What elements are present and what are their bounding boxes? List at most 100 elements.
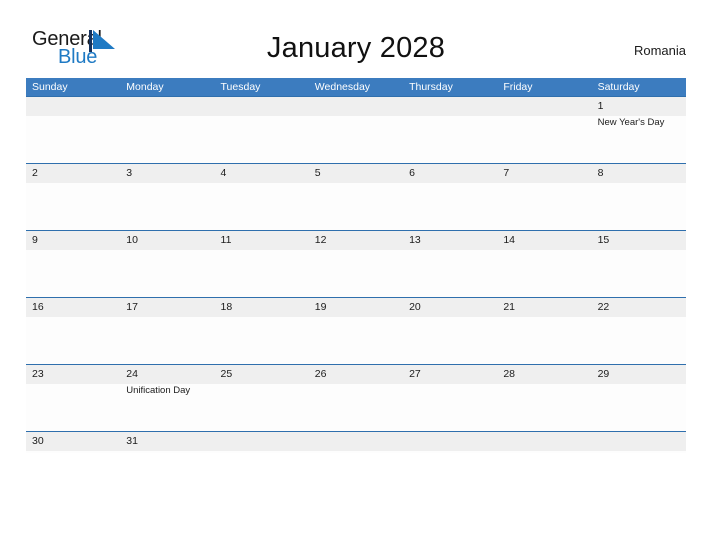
day-cell-25[interactable]: 25 <box>214 365 309 431</box>
calendar-grid: Sunday Monday Tuesday Wednesday Thursday Frid… <box>26 78 686 453</box>
day-cell-29[interactable]: 29 <box>591 365 686 431</box>
day-number: 23 <box>32 368 44 380</box>
weekday-header-saturday: Saturday <box>597 81 640 93</box>
day-number: 20 <box>409 301 421 313</box>
day-cell-22[interactable]: 22 <box>591 298 686 364</box>
day-number: 4 <box>220 167 227 179</box>
day-cell-5[interactable]: 5 <box>308 164 404 230</box>
page-title: January 2028 <box>266 32 446 64</box>
day-cell-24[interactable]: 24 Unification Day <box>120 365 215 431</box>
day-number: 12 <box>314 234 327 246</box>
day-number: 14 <box>503 234 516 246</box>
day-cell-4[interactable]: 4 <box>214 164 309 230</box>
day-number: 7 <box>503 167 510 179</box>
day-number: 3 <box>126 167 133 179</box>
calendar-week-row: 30 31 <box>26 431 686 453</box>
day-cell-28[interactable]: 28 <box>497 365 592 431</box>
day-cell-17[interactable]: 17 <box>120 298 215 364</box>
day-number: 10 <box>126 234 138 246</box>
day-cell-26[interactable]: 26 <box>308 365 404 431</box>
day-number: 11 <box>220 234 232 246</box>
week-cells: 23 24 Unification Day 25 26 27 28 29 <box>26 365 686 431</box>
day-number: 27 <box>409 368 421 380</box>
day-cell-8[interactable]: 8 <box>591 164 686 230</box>
day-cell-empty[interactable] <box>214 97 309 163</box>
day-cell-13[interactable]: 13 <box>403 231 498 297</box>
calendar-week-row: 23 24 Unification Day 25 26 27 28 29 <box>26 364 686 431</box>
day-cell-2[interactable]: 2 <box>26 164 121 230</box>
day-number: 28 <box>503 368 516 380</box>
week-cells: 2 3 4 5 6 7 8 <box>26 164 686 230</box>
day-cell-9[interactable]: 9 <box>26 231 121 297</box>
weekday-header-monday: Monday <box>126 81 164 93</box>
day-number: 21 <box>503 301 516 313</box>
day-number: 1 <box>597 100 604 112</box>
holiday-label: New Year's Day <box>597 117 665 128</box>
day-number: 19 <box>314 301 327 313</box>
week-cells: 30 31 <box>26 432 686 453</box>
day-cell-12[interactable]: 12 <box>308 231 404 297</box>
calendar-week-row: 1 New Year's Day <box>26 96 686 163</box>
country-label: Romania <box>633 43 686 58</box>
day-cell-empty[interactable] <box>308 97 404 163</box>
day-cell-30[interactable]: 30 <box>26 432 121 453</box>
day-cell-7[interactable]: 7 <box>497 164 592 230</box>
day-cell-empty[interactable] <box>214 432 309 453</box>
day-number: 24 <box>126 368 138 380</box>
calendar-week-row: 2 3 4 5 6 7 8 <box>26 163 686 230</box>
day-cell-empty[interactable] <box>26 97 121 163</box>
day-number: 6 <box>409 167 415 179</box>
day-number: 26 <box>314 368 327 380</box>
day-number: 9 <box>32 234 38 246</box>
day-cell-31[interactable]: 31 <box>120 432 215 453</box>
calendar-page: General Blue January 2028 Romania Sunday… <box>0 0 712 550</box>
page-header: General Blue January 2028 Romania <box>26 24 686 72</box>
weekday-header-wednesday: Wednesday <box>314 81 371 93</box>
day-cell-empty[interactable] <box>591 432 686 453</box>
day-cell-16[interactable]: 16 <box>26 298 121 364</box>
day-cell-23[interactable]: 23 <box>26 365 121 431</box>
weekday-header-thursday: Thursday <box>409 81 453 93</box>
day-number: 25 <box>220 368 233 380</box>
day-number: 30 <box>32 435 44 447</box>
calendar-week-row: 16 17 18 19 20 21 22 <box>26 297 686 364</box>
weekday-header-tuesday: Tuesday <box>220 81 261 93</box>
holiday-label: Unification Day <box>126 385 191 396</box>
day-number: 29 <box>597 368 610 380</box>
day-cell-empty[interactable] <box>308 432 404 453</box>
day-cell-21[interactable]: 21 <box>497 298 592 364</box>
day-cell-empty[interactable] <box>497 432 592 453</box>
day-number: 18 <box>220 301 233 313</box>
day-number: 5 <box>314 167 321 179</box>
day-cell-27[interactable]: 27 <box>403 365 498 431</box>
day-cell-10[interactable]: 10 <box>120 231 215 297</box>
calendar-body: 1 New Year's Day 2 3 4 5 6 7 8 9 10 11 12 13 14 15 16 17 1… <box>26 96 686 453</box>
week-cells: 9 10 11 12 13 14 15 <box>26 231 686 297</box>
day-number: 15 <box>597 234 610 246</box>
day-cell-1[interactable]: 1 New Year's Day <box>591 97 686 163</box>
day-cell-empty[interactable] <box>403 97 498 163</box>
weekday-header-friday: Friday <box>503 81 533 93</box>
day-cell-15[interactable]: 15 <box>591 231 686 297</box>
day-number: 17 <box>126 301 138 313</box>
day-number: 8 <box>597 167 604 179</box>
day-cell-14[interactable]: 14 <box>497 231 592 297</box>
day-cell-empty[interactable] <box>497 97 592 163</box>
day-cell-19[interactable]: 19 <box>308 298 404 364</box>
day-cell-empty[interactable] <box>403 432 498 453</box>
day-cell-6[interactable]: 6 <box>403 164 498 230</box>
day-cell-3[interactable]: 3 <box>120 164 215 230</box>
day-number: 2 <box>32 167 38 179</box>
day-cell-11[interactable]: 11 <box>214 231 309 297</box>
day-cell-18[interactable]: 18 <box>214 298 309 364</box>
day-cell-20[interactable]: 20 <box>403 298 498 364</box>
day-cell-empty[interactable] <box>120 97 215 163</box>
day-number: 16 <box>32 301 44 313</box>
calendar-week-row: 9 10 11 12 13 14 15 <box>26 230 686 297</box>
week-cells: 16 17 18 19 20 21 22 <box>26 298 686 364</box>
day-number: 31 <box>126 435 138 447</box>
day-number: 22 <box>597 301 610 313</box>
weekday-header-row: Sunday Monday Tuesday Wednesday Thursday Frid… <box>26 78 686 96</box>
weekday-header-sunday: Sunday <box>32 81 68 93</box>
week-cells: 1 New Year's Day <box>26 97 686 163</box>
